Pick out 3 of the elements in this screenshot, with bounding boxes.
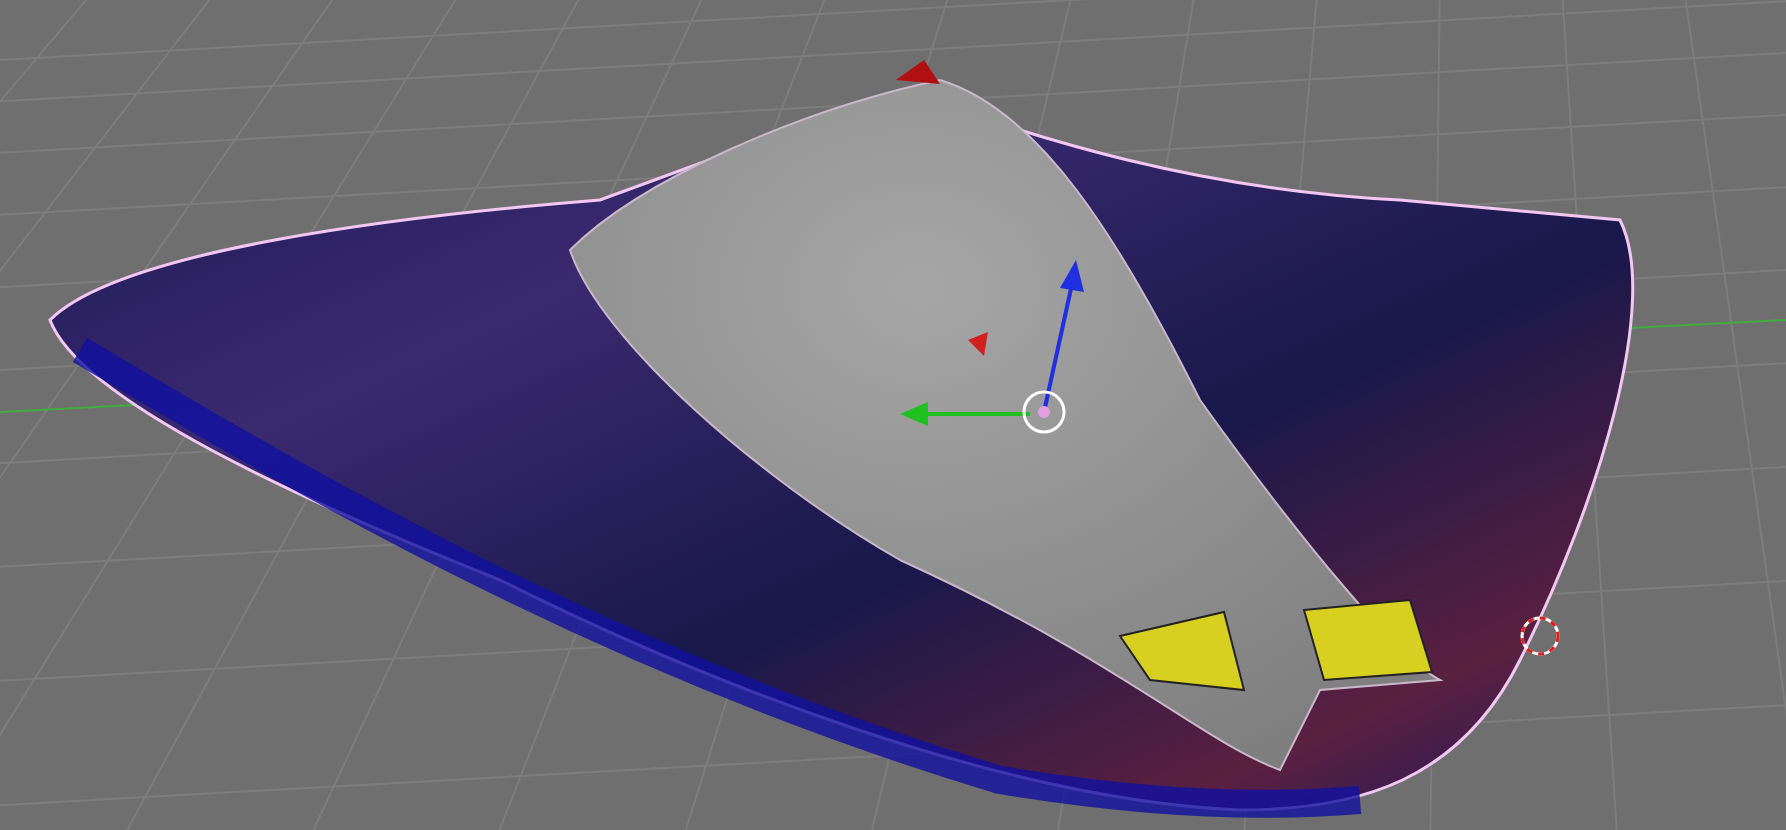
spaceship-model-drawing[interactable] bbox=[48, 60, 1634, 818]
transform-gizmo-drawing[interactable] bbox=[900, 260, 1084, 434]
3d-cursor-icon[interactable] bbox=[1520, 616, 1560, 656]
